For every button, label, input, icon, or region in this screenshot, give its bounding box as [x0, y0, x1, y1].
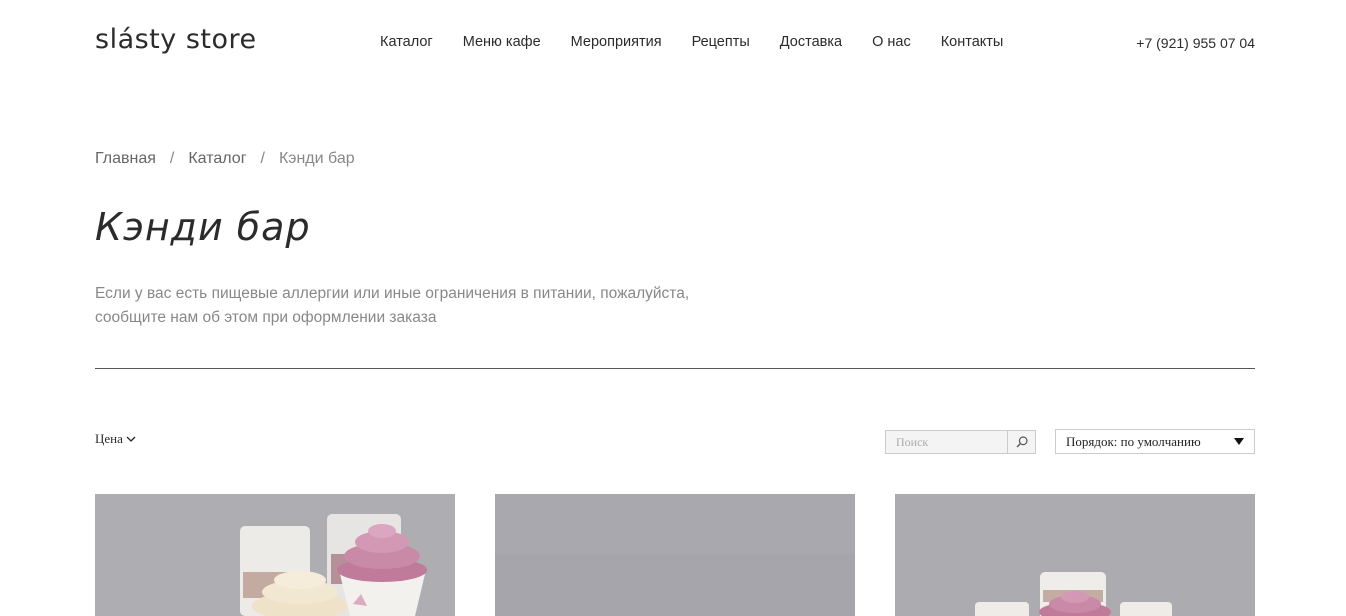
search-input[interactable] [886, 431, 1007, 453]
breadcrumb-separator: / [260, 150, 265, 167]
search-box [885, 430, 1036, 454]
nav-events[interactable]: Мероприятия [571, 34, 662, 50]
nav-cafe-menu[interactable]: Меню кафе [463, 34, 541, 50]
allergy-notice: Если у вас есть пищевые аллергии или ины… [95, 282, 755, 330]
product-photo [895, 494, 1255, 616]
sort-select[interactable]: Порядок: по умолчанию [1055, 429, 1255, 454]
breadcrumb-catalog[interactable]: Каталог [188, 150, 246, 168]
breadcrumb: Главная / Каталог / Кэнди бар [95, 150, 355, 168]
nav-contacts[interactable]: Контакты [941, 34, 1004, 50]
product-photo [495, 494, 855, 616]
price-filter-label: Цена [95, 431, 123, 446]
product-card-image[interactable] [495, 494, 855, 616]
allergy-notice-line: Если у вас есть пищевые аллергии или ины… [95, 285, 690, 302]
sort-select-value: Порядок: по умолчанию [1066, 433, 1201, 449]
page-title: Кэнди бар [95, 205, 311, 249]
search-icon [1016, 436, 1028, 448]
product-card-image[interactable] [895, 494, 1255, 616]
search-button[interactable] [1007, 431, 1035, 453]
product-photo [95, 494, 455, 616]
price-filter-toggle[interactable]: Цена [95, 431, 136, 447]
main-nav: Каталог Меню кафе Мероприятия Рецепты До… [380, 34, 1033, 50]
dropdown-arrow-icon [1234, 438, 1244, 445]
allergy-notice-line: сообщите нам об этом при оформлении зака… [95, 309, 437, 326]
nav-delivery[interactable]: Доставка [780, 34, 842, 50]
chevron-down-icon [126, 436, 136, 442]
product-card-image[interactable] [95, 494, 455, 616]
breadcrumb-home[interactable]: Главная [95, 150, 156, 168]
breadcrumb-current: Кэнди бар [278, 150, 355, 167]
site-header: slásty store Каталог Меню кафе Мероприят… [95, 0, 1255, 86]
phone-number[interactable]: +7 (921) 955 07 04 [1136, 35, 1255, 51]
nav-about[interactable]: О нас [872, 34, 911, 50]
divider [95, 368, 1255, 369]
logo[interactable]: slásty store [95, 24, 257, 55]
nav-catalog[interactable]: Каталог [380, 34, 433, 50]
nav-recipes[interactable]: Рецепты [692, 34, 750, 50]
breadcrumb-separator: / [169, 150, 175, 167]
